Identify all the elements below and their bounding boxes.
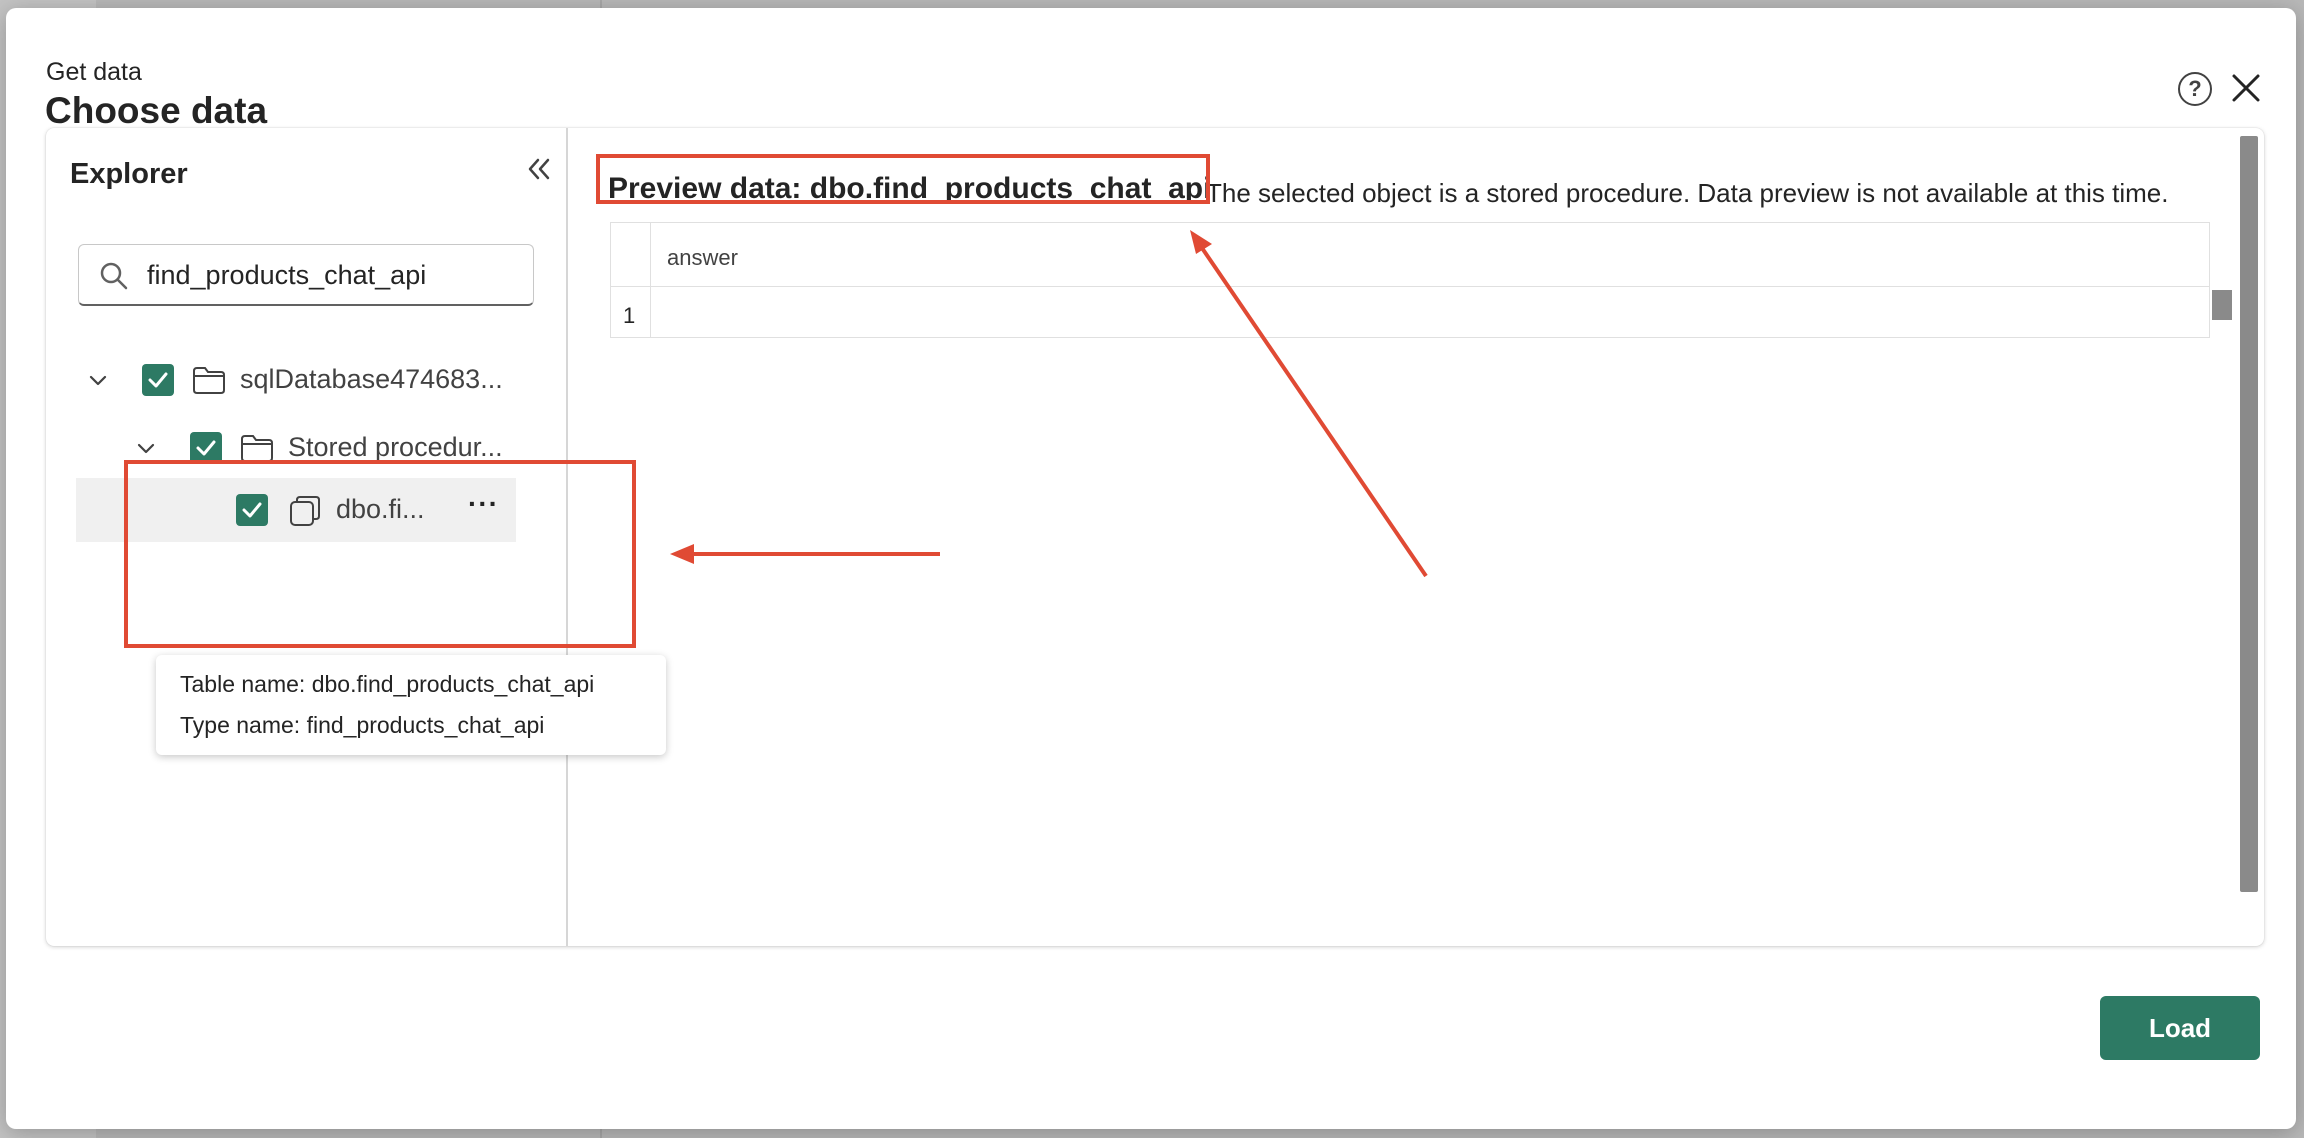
column-header-answer[interactable]: answer (667, 245, 738, 271)
tree-item-label: sqlDatabase474683... (240, 364, 503, 394)
folder-icon (240, 433, 274, 463)
search-input[interactable] (147, 255, 517, 295)
tree-item-label: Stored procedur... (288, 432, 503, 462)
close-icon[interactable] (2228, 70, 2264, 106)
search-icon (99, 261, 129, 291)
load-button[interactable]: Load (2100, 996, 2260, 1060)
annotation-box-preview-title (596, 154, 1210, 204)
tooltip-table-name: Table name: dbo.find_products_chat_api (180, 671, 595, 697)
chevron-down-icon[interactable] (134, 436, 158, 460)
folder-icon (192, 365, 226, 395)
dialog-title: Choose data (45, 90, 268, 131)
checkbox-database[interactable] (142, 364, 174, 396)
collapse-pane-icon[interactable] (524, 154, 554, 184)
row-number: 1 (623, 303, 636, 328)
preview-scrollbar[interactable] (2240, 136, 2258, 892)
grid-scrollbar[interactable] (2212, 290, 2232, 320)
help-icon[interactable]: ? (2178, 72, 2212, 106)
tooltip-type-name: Type name: find_products_chat_api (180, 712, 545, 738)
search-box (78, 244, 534, 306)
explorer-title: Explorer (70, 158, 188, 190)
tree-item-database[interactable]: sqlDatabase474683... (76, 352, 556, 408)
preview-note: The selected object is a stored procedur… (1206, 178, 2169, 208)
breadcrumb: Get data (46, 58, 142, 86)
preview-grid: answer 1 (610, 222, 2210, 338)
item-tooltip: Table name: dbo.find_products_chat_api T… (156, 655, 666, 755)
grid-header (611, 223, 2209, 287)
annotation-box-tooltip (124, 460, 636, 648)
chevron-down-icon[interactable] (86, 368, 110, 392)
